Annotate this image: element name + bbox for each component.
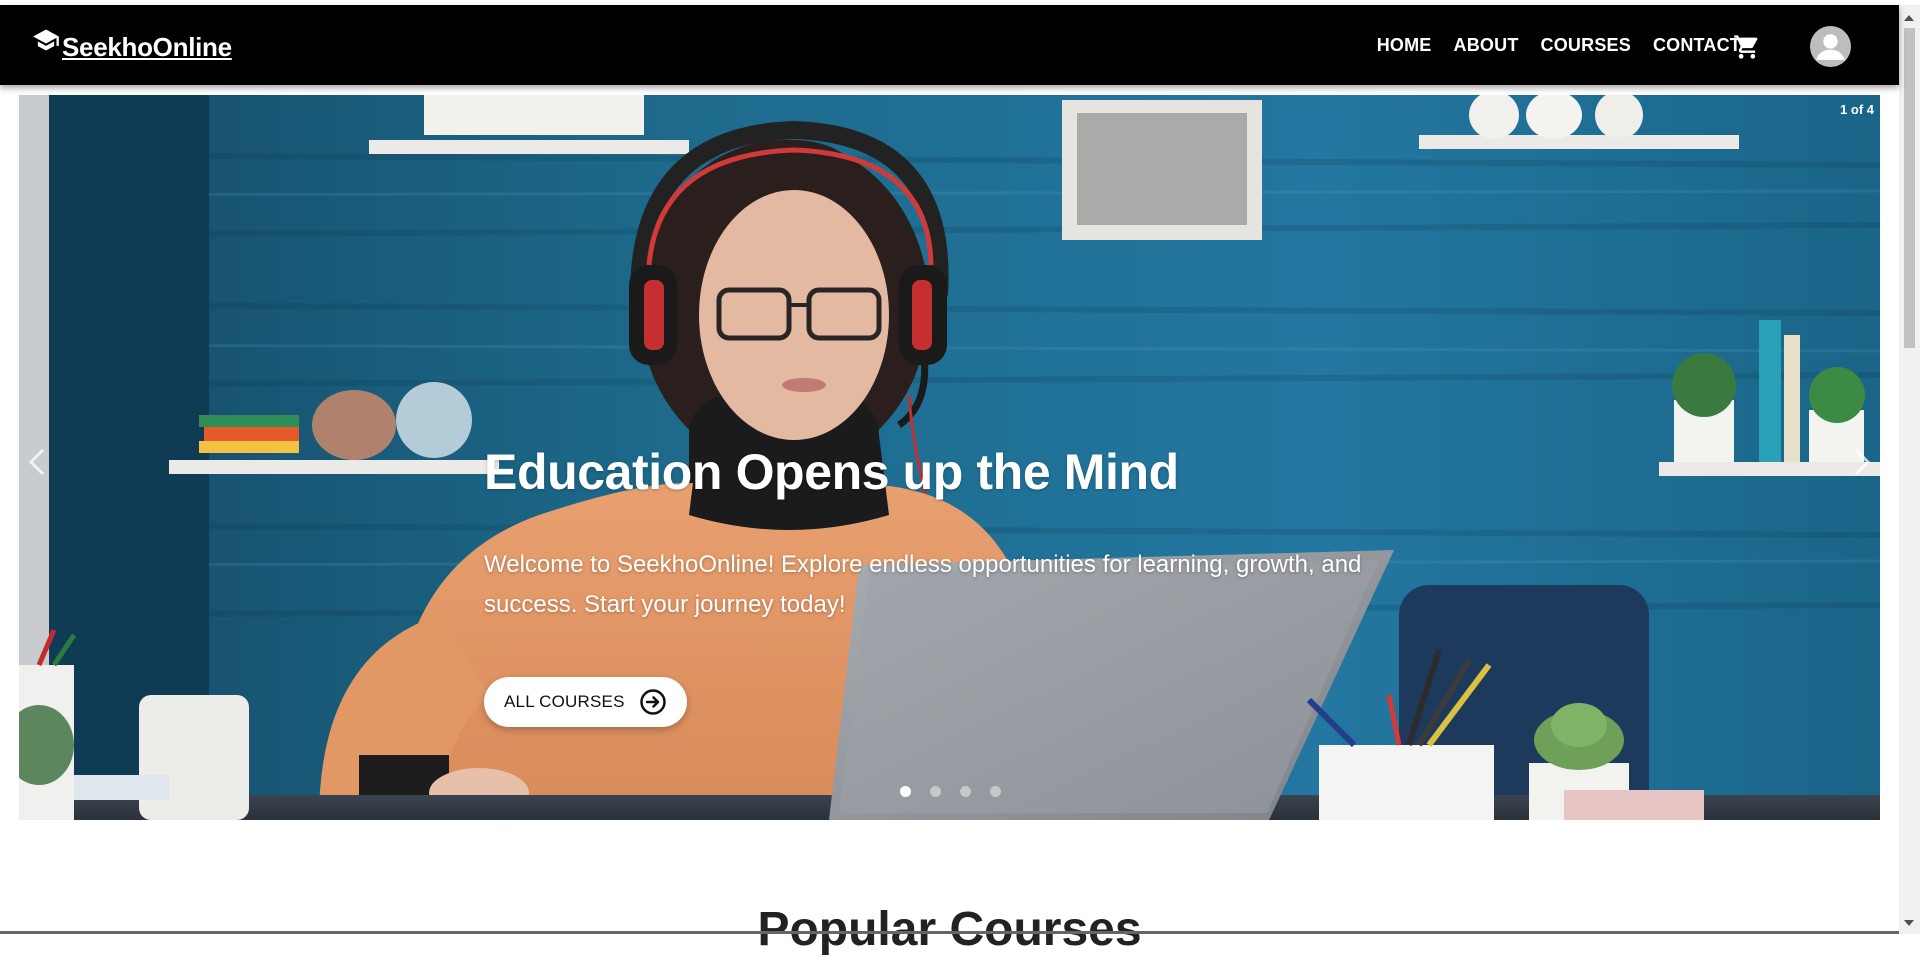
hero-carousel: 1 of 4 Education Opens up the Mind Welco… xyxy=(19,95,1880,820)
all-courses-button[interactable]: ALL COURSES xyxy=(484,677,687,727)
brand-name: SeekhoOnline xyxy=(62,31,232,62)
scroll-up-icon[interactable] xyxy=(1904,15,1914,21)
slide-indicator-3[interactable] xyxy=(960,786,971,797)
slide-indicator-2[interactable] xyxy=(930,786,941,797)
previous-slide-icon[interactable] xyxy=(27,447,47,477)
section-title: Popular Courses xyxy=(757,903,1142,956)
slide-indicator-1[interactable] xyxy=(900,786,911,797)
brand-link[interactable]: SeekhoOnline xyxy=(32,27,232,67)
carousel-indicators xyxy=(900,786,1020,797)
user-avatar-icon xyxy=(1816,34,1845,60)
nav-about[interactable]: ABOUT xyxy=(1454,35,1519,56)
next-slide-icon[interactable] xyxy=(1852,447,1872,477)
shopping-cart-icon[interactable] xyxy=(1733,33,1761,61)
hero-title: Education Opens up the Mind xyxy=(484,444,1179,500)
nav-contact[interactable]: CONTACT xyxy=(1653,35,1741,56)
arrow-right-circle-icon xyxy=(639,689,666,715)
hero-subtitle: Welcome to SeekhoOnline! Explore endless… xyxy=(484,551,1362,618)
nav-courses[interactable]: COURSES xyxy=(1541,35,1631,56)
slide-indicator-4[interactable] xyxy=(990,786,1001,797)
graduation-cap-icon xyxy=(33,29,59,51)
user-avatar[interactable] xyxy=(1810,26,1851,67)
slide-counter: 1 of 4 xyxy=(1840,102,1874,117)
nav-home[interactable]: HOME xyxy=(1377,35,1432,56)
scroll-down-icon[interactable] xyxy=(1904,920,1914,926)
nav-links: HOME ABOUT COURSES CONTACT xyxy=(1355,5,1741,85)
all-courses-label: ALL COURSES xyxy=(504,692,625,711)
scroll-thumb[interactable] xyxy=(1904,28,1915,348)
scrollbar[interactable] xyxy=(1899,5,1920,934)
navbar: SeekhoOnline HOME ABOUT COURSES CONTACT xyxy=(0,5,1899,85)
